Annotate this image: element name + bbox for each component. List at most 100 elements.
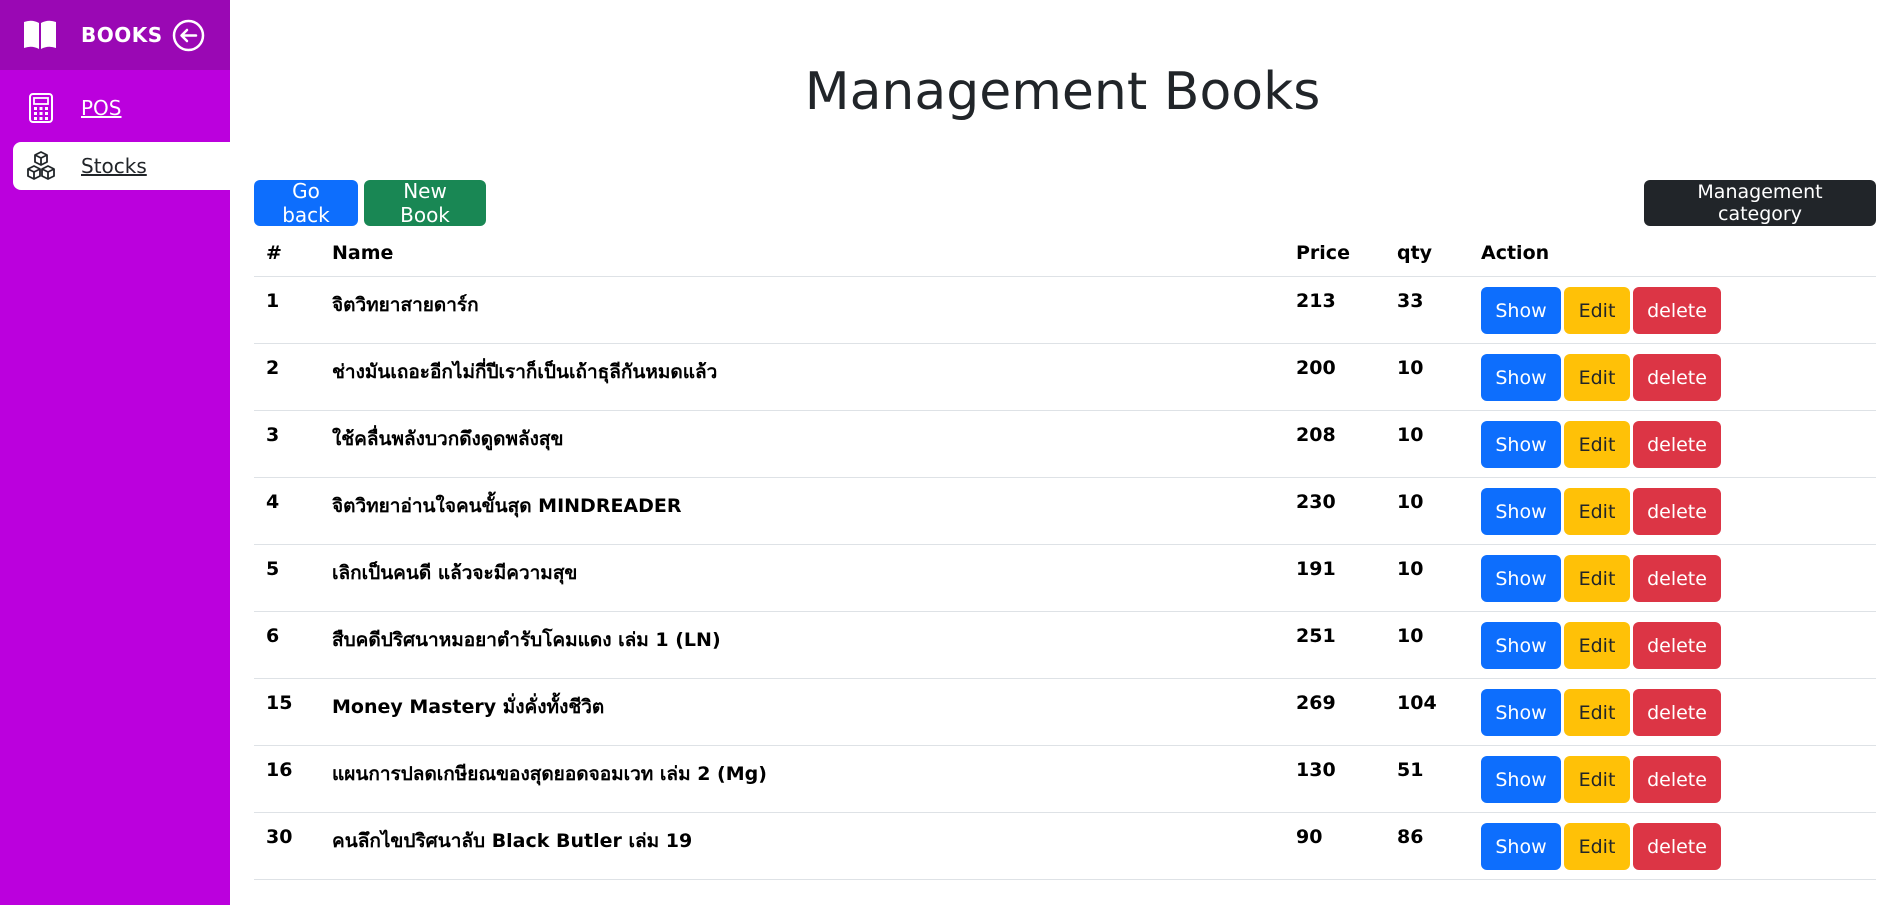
show-button[interactable]: Show [1481, 622, 1561, 669]
show-button[interactable]: Show [1481, 756, 1561, 803]
cell-actions: Show Edit delete [1469, 477, 1876, 545]
cell-qty: 10 [1385, 477, 1469, 545]
edit-button[interactable]: Edit [1564, 488, 1630, 535]
table-row: 6 สืบคดีปริศนาหมอยาตำรับโคมแดง เล่ม 1 (LN… [254, 611, 1876, 679]
show-button[interactable]: Show [1481, 488, 1561, 535]
brand-title: BOOKS [81, 23, 163, 47]
delete-button[interactable]: delete [1633, 354, 1721, 401]
column-header-id: # [254, 230, 320, 277]
cell-actions: Show Edit delete [1469, 678, 1876, 746]
show-button[interactable]: Show [1481, 555, 1561, 602]
cell-name: Money Mastery มั่งคั่งทั้งชีวิต [320, 678, 1284, 746]
cell-price: 130 [1284, 745, 1385, 813]
edit-button[interactable]: Edit [1564, 287, 1630, 334]
cell-price: 191 [1284, 544, 1385, 612]
books-table: # Name Price qty Action 1 จิตวิทยาสายดาร์… [254, 230, 1876, 880]
delete-button[interactable]: delete [1633, 287, 1721, 334]
column-header-price: Price [1284, 230, 1385, 277]
edit-button[interactable]: Edit [1564, 555, 1630, 602]
cell-name: จิตวิทยาอ่านใจคนขั้นสุด MINDREADER [320, 477, 1284, 545]
table-row: 4 จิตวิทยาอ่านใจคนขั้นสุด MINDREADER 230 10… [254, 477, 1876, 545]
cell-id: 15 [254, 678, 320, 746]
cell-qty: 10 [1385, 343, 1469, 411]
cell-name: สืบคดีปริศนาหมอยาตำรับโคมแดง เล่ม 1 (LN) [320, 611, 1284, 679]
calculator-icon [29, 93, 53, 123]
cell-price: 200 [1284, 343, 1385, 411]
cell-id: 6 [254, 611, 320, 679]
edit-button[interactable]: Edit [1564, 689, 1630, 736]
cell-price: 230 [1284, 477, 1385, 545]
show-button[interactable]: Show [1481, 287, 1561, 334]
management-category-button[interactable]: Management category [1644, 180, 1876, 226]
cell-price: 251 [1284, 611, 1385, 679]
cell-actions: Show Edit delete [1469, 812, 1876, 880]
cell-qty: 33 [1385, 276, 1469, 344]
cell-qty: 86 [1385, 812, 1469, 880]
cell-id: 16 [254, 745, 320, 813]
table-row: 5 เลิกเป็นคนดี แล้วจะมีความสุข 191 10 Show Ed… [254, 544, 1876, 612]
sidebar-item-pos[interactable]: POS [0, 84, 230, 132]
table-header-row: # Name Price qty Action [254, 230, 1876, 277]
show-button[interactable]: Show [1481, 823, 1561, 870]
sidebar: BOOKS POS Stocks [0, 0, 230, 905]
table-row: 15 Money Mastery มั่งคั่งทั้งชีวิต 269 104 S… [254, 678, 1876, 746]
cell-qty: 10 [1385, 410, 1469, 478]
cell-price: 90 [1284, 812, 1385, 880]
book-icon [24, 20, 56, 49]
edit-button[interactable]: Edit [1564, 622, 1630, 669]
sidebar-item-stocks[interactable]: Stocks [13, 142, 230, 190]
table-row: 16 แผนการปลดเกษียณของสุดยอดจอมเวท เล่ม 2 … [254, 745, 1876, 813]
cell-id: 1 [254, 276, 320, 344]
delete-button[interactable]: delete [1633, 756, 1721, 803]
cell-qty: 10 [1385, 544, 1469, 612]
cell-actions: Show Edit delete [1469, 343, 1876, 411]
cell-actions: Show Edit delete [1469, 745, 1876, 813]
cell-name: แผนการปลดเกษียณของสุดยอดจอมเวท เล่ม 2 (M… [320, 745, 1284, 813]
go-back-button[interactable]: Go back [254, 179, 358, 227]
delete-button[interactable]: delete [1633, 689, 1721, 736]
sidebar-item-label[interactable]: POS [81, 96, 122, 120]
table-row: 30 คนลึกไขปริศนาลับ Black Butler เล่ม 19 9… [254, 812, 1876, 880]
edit-button[interactable]: Edit [1564, 421, 1630, 468]
cell-actions: Show Edit delete [1469, 611, 1876, 679]
page-title: Management Books [804, 62, 1321, 122]
cell-id: 4 [254, 477, 320, 545]
column-header-name: Name [320, 230, 1284, 277]
cell-id: 5 [254, 544, 320, 612]
cell-price: 213 [1284, 276, 1385, 344]
table-row: 2 ช่างมันเถอะอีกไม่กี่ปีเราก็เป็นเถ้าธุลี… [254, 343, 1876, 411]
edit-button[interactable]: Edit [1564, 354, 1630, 401]
delete-button[interactable]: delete [1633, 622, 1721, 669]
back-arrow-circle-icon[interactable] [172, 19, 205, 52]
column-header-qty: qty [1385, 230, 1469, 277]
sidebar-item-label[interactable]: Stocks [81, 154, 147, 178]
cell-id: 30 [254, 812, 320, 880]
cell-id: 2 [254, 343, 320, 411]
cell-name: ใช้คลื่นพลังบวกดึงดูดพลังสุข [320, 410, 1284, 478]
cell-qty: 51 [1385, 745, 1469, 813]
delete-button[interactable]: delete [1633, 555, 1721, 602]
cell-actions: Show Edit delete [1469, 276, 1876, 344]
cell-name: จิตวิทยาสายดาร์ก [320, 276, 1284, 344]
column-header-action: Action [1469, 230, 1876, 277]
table-row: 3 ใช้คลื่นพลังบวกดึงดูดพลังสุข 208 10 Show Ed… [254, 410, 1876, 478]
delete-button[interactable]: delete [1633, 488, 1721, 535]
edit-button[interactable]: Edit [1564, 756, 1630, 803]
show-button[interactable]: Show [1481, 354, 1561, 401]
cell-actions: Show Edit delete [1469, 544, 1876, 612]
new-book-button[interactable]: New Book [364, 179, 486, 227]
edit-button[interactable]: Edit [1564, 823, 1630, 870]
cell-price: 269 [1284, 678, 1385, 746]
cell-id: 3 [254, 410, 320, 478]
delete-button[interactable]: delete [1633, 823, 1721, 870]
cell-actions: Show Edit delete [1469, 410, 1876, 478]
cell-qty: 104 [1385, 678, 1469, 746]
cell-name: เลิกเป็นคนดี แล้วจะมีความสุข [320, 544, 1284, 612]
sidebar-brand: BOOKS [0, 0, 230, 70]
boxes-icon [27, 151, 55, 180]
show-button[interactable]: Show [1481, 689, 1561, 736]
table-row: 1 จิตวิทยาสายดาร์ก 213 33 Show Edit delete [254, 276, 1876, 344]
delete-button[interactable]: delete [1633, 421, 1721, 468]
show-button[interactable]: Show [1481, 421, 1561, 468]
cell-name: คนลึกไขปริศนาลับ Black Butler เล่ม 19 [320, 812, 1284, 880]
